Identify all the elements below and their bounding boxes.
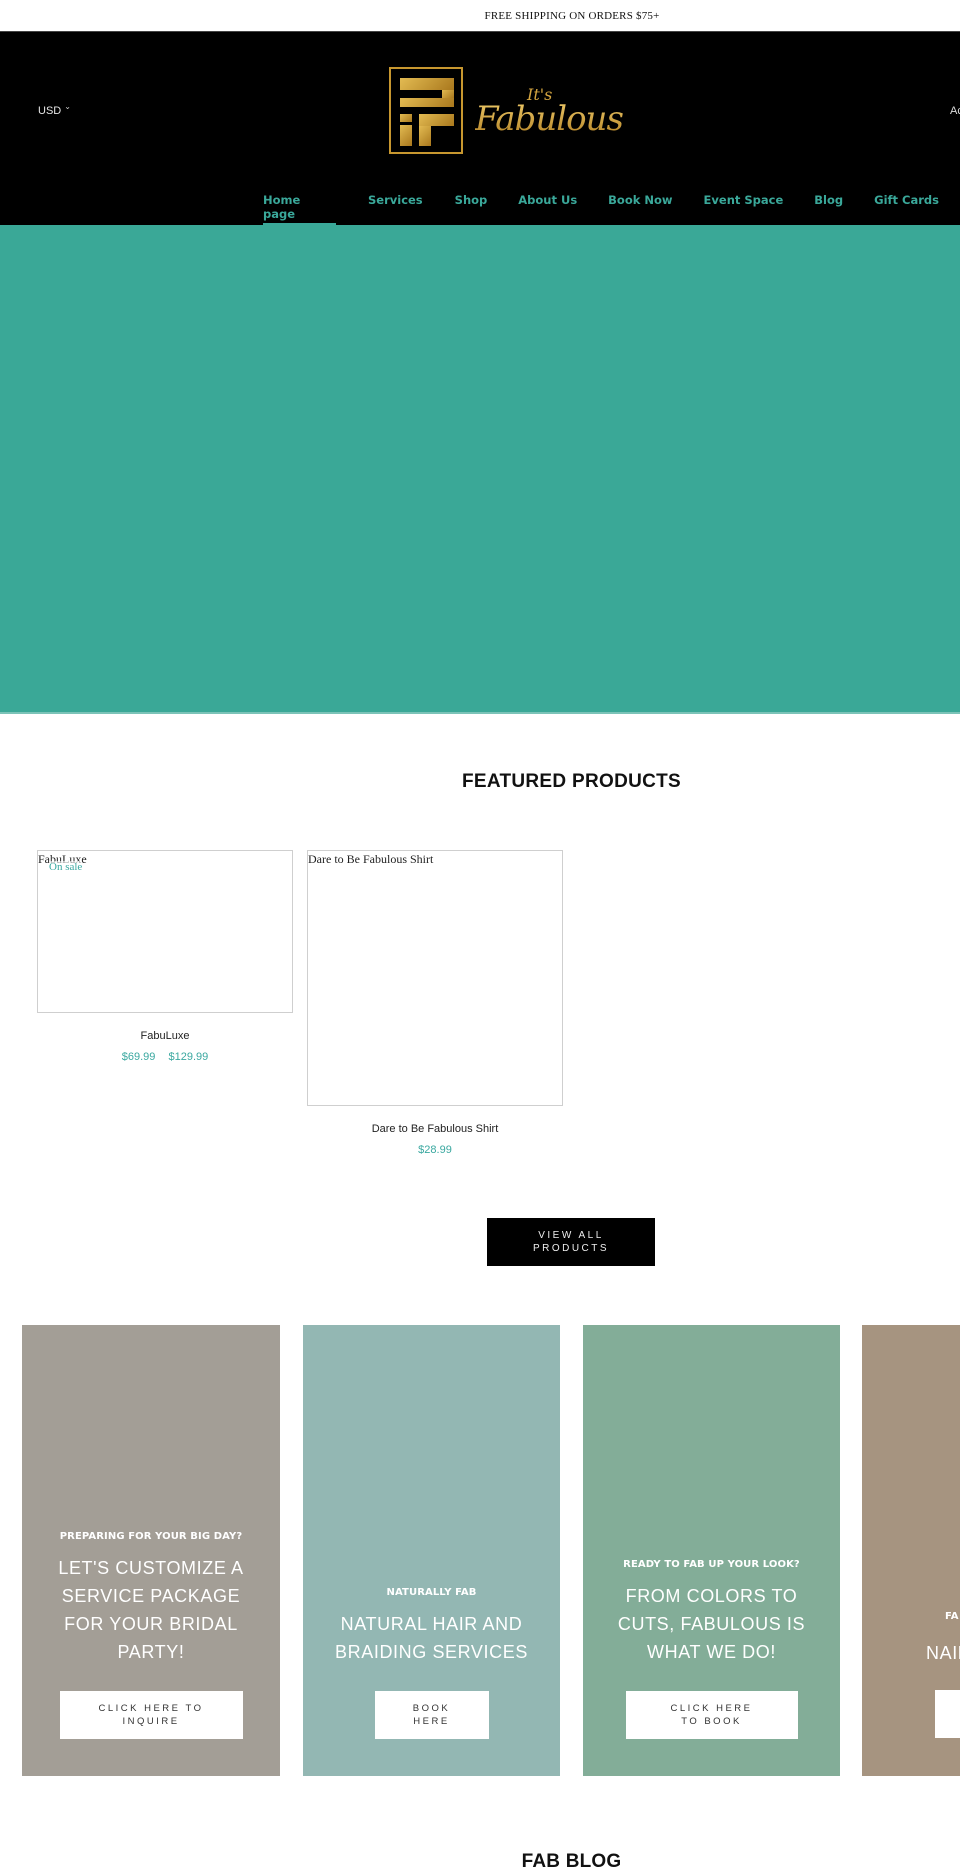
promo-headline: NAIL bbox=[926, 1643, 960, 1663]
book-here-button[interactable]: BOOK HERE bbox=[374, 1691, 489, 1739]
currency-selector[interactable]: USD ⌄ bbox=[38, 102, 71, 117]
promo-eyebrow: PREPARING FOR YOUR BIG DAY? bbox=[59, 1531, 243, 1542]
nav-item-shop[interactable]: Shop bbox=[455, 189, 488, 225]
nav-item-event-space[interactable]: Event Space bbox=[704, 189, 784, 225]
product-price: $28.99 bbox=[418, 1144, 452, 1156]
product-regular-price: $129.99 bbox=[168, 1051, 209, 1063]
logo-mark-icon bbox=[389, 67, 463, 154]
promo-tile-natural-hair: NATURALLY FAB NATURAL HAIR AND BRAIDING … bbox=[303, 1325, 560, 1776]
inquire-button[interactable]: CLICK HERE TO INQUIRE bbox=[59, 1691, 243, 1739]
site-header: USD ⌄ It's Fabulous Account Home page Se… bbox=[0, 32, 960, 225]
announcement-text: FREE SHIPPING ON ORDERS $75+ bbox=[484, 9, 660, 22]
promo-tile-color-cuts: READY TO FAB UP YOUR LOOK? FROM COLORS T… bbox=[583, 1325, 840, 1776]
product-prices: $28.99 bbox=[307, 1144, 563, 1156]
fab-blog-title: FAB BLOG bbox=[521, 1851, 622, 1872]
nav-item-gift-cards[interactable]: Gift Cards bbox=[874, 189, 939, 225]
announcement-bar: FREE SHIPPING ON ORDERS $75+ bbox=[0, 0, 960, 32]
promo-headline: LET'S CUSTOMIZE A SERVICE PACKAGE FOR YO… bbox=[58, 1558, 244, 1662]
featured-products-title: FEATURED PRODUCTS bbox=[461, 771, 682, 792]
account-label: Account bbox=[950, 105, 960, 117]
main-nav: Home page Services Shop About Us Book No… bbox=[263, 189, 939, 225]
click-to-book-button[interactable]: CLICK HERE TO BOOK bbox=[625, 1691, 798, 1739]
currency-label: USD bbox=[38, 105, 62, 117]
nav-item-services[interactable]: Services bbox=[368, 189, 423, 225]
on-sale-badge: On sale bbox=[49, 861, 83, 873]
nav-item-home-page[interactable]: Home page bbox=[263, 189, 336, 225]
hero-banner[interactable] bbox=[0, 225, 960, 714]
product-sale-price: $69.99 bbox=[121, 1051, 156, 1063]
nav-item-book-now[interactable]: Book Now bbox=[608, 189, 672, 225]
promo-eyebrow: NATURALLY FAB bbox=[386, 1587, 477, 1598]
promo-headline: FROM COLORS TO CUTS, FABULOUS IS WHAT WE… bbox=[617, 1586, 806, 1662]
nav-item-about-us[interactable]: About Us bbox=[518, 189, 577, 225]
view-all-products-button[interactable]: VIEW ALL PRODUCTS bbox=[487, 1218, 655, 1266]
product-image-alt: Dare to Be Fabulous Shirt bbox=[308, 852, 434, 866]
product-prices: $69.99 $129.99 bbox=[37, 1051, 293, 1063]
site-logo[interactable]: It's Fabulous bbox=[389, 67, 624, 155]
promo-headline: NATURAL HAIR AND BRAIDING SERVICES bbox=[335, 1614, 528, 1662]
product-name[interactable]: FabuLuxe bbox=[37, 1030, 293, 1042]
product-card: Dare to Be Fabulous Shirt Dare to Be Fab… bbox=[307, 850, 563, 1156]
nails-button[interactable] bbox=[935, 1690, 960, 1738]
logo-fabulous-text: Fabulous bbox=[475, 99, 624, 139]
product-image[interactable]: FabuLuxe On sale bbox=[37, 850, 293, 1013]
nav-item-blog[interactable]: Blog bbox=[814, 189, 843, 225]
promo-eyebrow: FA bbox=[945, 1611, 959, 1622]
product-image[interactable]: Dare to Be Fabulous Shirt bbox=[307, 850, 563, 1106]
chevron-down-icon: ⌄ bbox=[64, 102, 71, 111]
account-link[interactable]: Account bbox=[950, 105, 960, 117]
product-card: FabuLuxe On sale FabuLuxe $69.99 $129.99 bbox=[37, 850, 293, 1063]
promo-eyebrow: READY TO FAB UP YOUR LOOK? bbox=[623, 1559, 800, 1570]
promo-tile-nails: FA NAIL bbox=[862, 1325, 960, 1776]
promo-tile-bridal: PREPARING FOR YOUR BIG DAY? LET'S CUSTOM… bbox=[22, 1325, 280, 1776]
product-name[interactable]: Dare to Be Fabulous Shirt bbox=[307, 1123, 563, 1135]
